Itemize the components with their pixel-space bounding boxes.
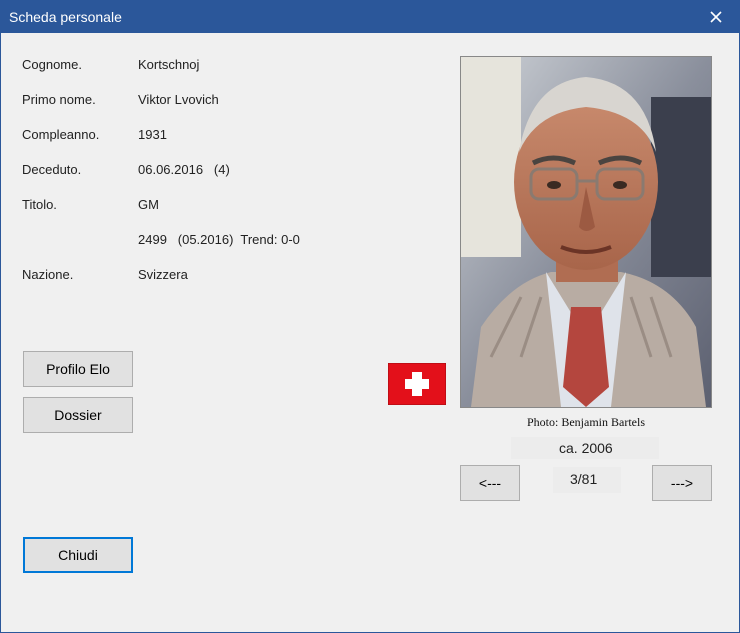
surname-value: Kortschnoj (138, 57, 200, 72)
close-icon (710, 11, 722, 23)
player-card-dialog: Scheda personale Cognome. Kortschnoj Pri… (0, 0, 740, 633)
elo-value: 2499 (05.2016) Trend: 0-0 (138, 232, 300, 247)
window-title: Scheda personale (9, 9, 122, 25)
photo-credit: Photo: Benjamin Bartels (527, 415, 645, 429)
player-photo (460, 56, 712, 408)
dossier-button[interactable]: Dossier (23, 397, 133, 433)
photo-date: ca. 2006 (559, 440, 613, 456)
title-label: Titolo. (22, 197, 57, 212)
close-button[interactable]: Chiudi (23, 537, 133, 573)
title-bar: Scheda personale (1, 1, 739, 33)
surname-label: Cognome. (22, 57, 82, 72)
photo-counter: 3/81 (570, 471, 598, 487)
firstname-value: Viktor Lvovich (138, 92, 219, 107)
nation-label: Nazione. (22, 267, 74, 282)
title-value: GM (138, 197, 159, 212)
next-photo-button[interactable]: ---> (652, 465, 712, 501)
died-value: 06.06.2016 (4) (138, 162, 230, 177)
nation-value: Svizzera (138, 267, 188, 282)
birthday-value: 1931 (138, 127, 167, 142)
elo-profile-button[interactable]: Profilo Elo (23, 351, 133, 387)
close-window-button[interactable] (693, 1, 739, 33)
firstname-label: Primo nome. (22, 92, 96, 107)
died-label: Deceduto. (22, 162, 82, 177)
swiss-flag-icon (388, 363, 446, 405)
birthday-label: Compleanno. (22, 127, 100, 142)
previous-photo-button[interactable]: <--- (460, 465, 520, 501)
